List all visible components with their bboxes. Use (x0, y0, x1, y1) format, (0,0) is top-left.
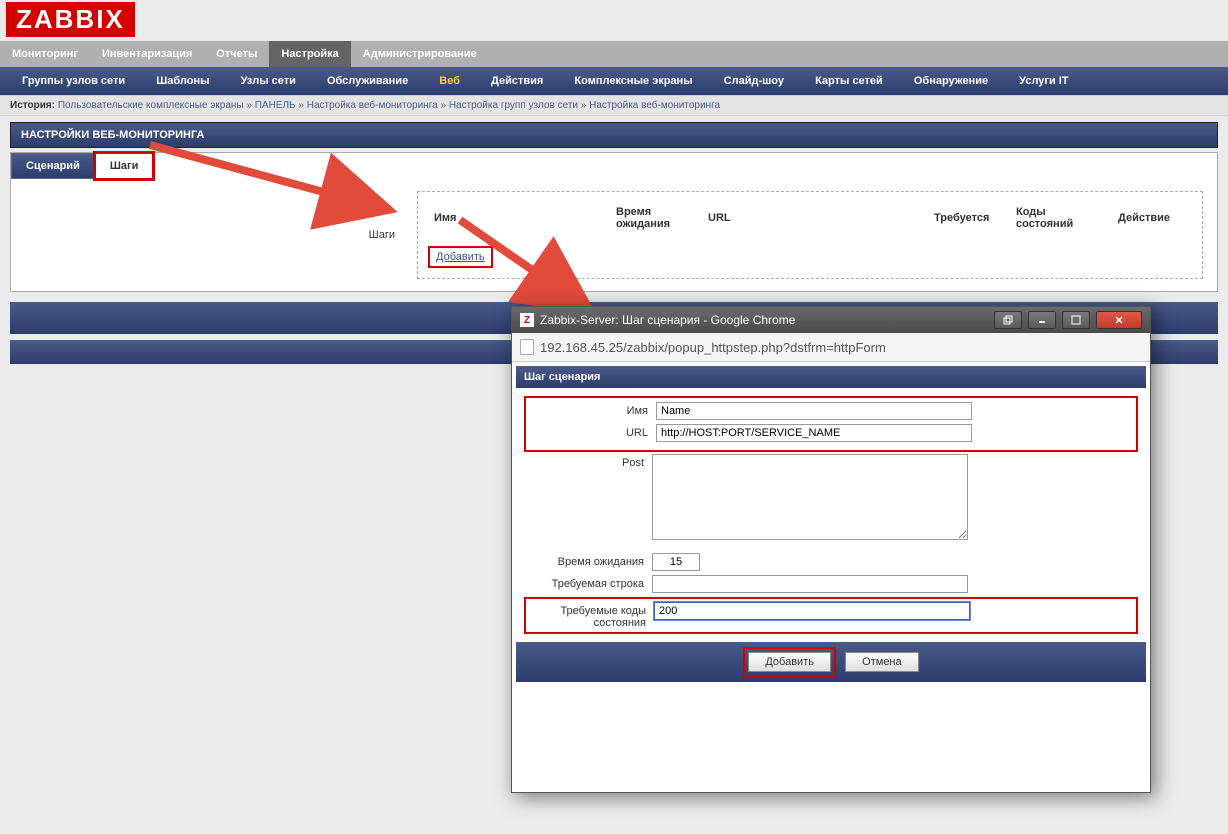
subnav-maintenance[interactable]: Обслуживание (313, 67, 422, 95)
window-title-text: Zabbix-Server: Шаг сценария - Google Chr… (540, 313, 795, 327)
window-close-icon[interactable] (1096, 311, 1142, 329)
subnav-hosts[interactable]: Узлы сети (227, 67, 310, 95)
crumb-3[interactable]: Настройка групп узлов сети (449, 100, 578, 111)
reqstring-label: Требуемая строка (524, 575, 652, 590)
zabbix-favicon: Z (520, 313, 534, 327)
col-action: Действие (1112, 202, 1192, 234)
crumb-4[interactable]: Настройка веб-мониторинга (589, 100, 720, 111)
page-icon (520, 339, 534, 355)
nav-configuration[interactable]: Настройка (269, 41, 350, 67)
subnav-discovery[interactable]: Обнаружение (900, 67, 1002, 95)
breadcrumb-label: История: (10, 100, 55, 111)
nav-reports[interactable]: Отчеты (204, 41, 269, 67)
col-codes: Коды состояний (1010, 202, 1110, 234)
popup-add-button[interactable]: Добавить (748, 652, 831, 672)
window-popout-icon[interactable] (994, 311, 1022, 329)
col-name: Имя (428, 202, 608, 234)
timeout-label: Время ожидания (524, 553, 652, 568)
page-title: НАСТРОЙКИ ВЕБ-МОНИТОРИНГА (10, 122, 1218, 148)
crumb-0[interactable]: Пользовательские комплексные экраны (58, 100, 244, 111)
subnav-templates[interactable]: Шаблоны (142, 67, 223, 95)
col-url: URL (702, 202, 926, 234)
subnav-screens[interactable]: Комплексные экраны (560, 67, 706, 95)
sub-nav: Группы узлов сети Шаблоны Узлы сети Обсл… (0, 67, 1228, 95)
window-maximize-icon[interactable] (1062, 311, 1090, 329)
codes-input[interactable] (654, 602, 970, 620)
tab-scenario[interactable]: Сценарий (11, 153, 95, 179)
col-required: Требуется (928, 202, 1008, 234)
post-label: Post (524, 454, 652, 469)
window-minimize-icon[interactable] (1028, 311, 1056, 329)
name-input[interactable] (656, 402, 972, 420)
tab-steps[interactable]: Шаги (95, 153, 154, 179)
subnav-web[interactable]: Веб (425, 67, 474, 95)
subnav-itservices[interactable]: Услуги IT (1005, 67, 1082, 95)
nav-administration[interactable]: Администрирование (351, 41, 489, 67)
nav-monitoring[interactable]: Мониторинг (0, 41, 90, 67)
subnav-maps[interactable]: Карты сетей (801, 67, 897, 95)
codes-label: Требуемые коды состояния (526, 602, 654, 629)
popup-window: Z Zabbix-Server: Шаг сценария - Google C… (511, 306, 1151, 793)
window-titlebar[interactable]: Z Zabbix-Server: Шаг сценария - Google C… (512, 307, 1150, 333)
timeout-input[interactable] (652, 553, 700, 571)
url-label: URL (528, 424, 656, 439)
popup-button-bar: Добавить Отмена (516, 642, 1146, 682)
name-label: Имя (528, 402, 656, 417)
subnav-actions[interactable]: Действия (477, 67, 557, 95)
reqstring-input[interactable] (652, 575, 968, 593)
steps-label: Шаги (25, 191, 415, 279)
subnav-slideshows[interactable]: Слайд-шоу (710, 67, 798, 95)
top-nav: МониторингИнвентаризацияОтчетыНастройкаА… (0, 41, 1228, 67)
add-step-link[interactable]: Добавить (428, 246, 493, 268)
col-timeout: Время ожидания (610, 202, 700, 234)
logo: ZABBIX (6, 2, 135, 37)
popup-panel-title: Шаг сценария (516, 366, 1146, 388)
url-input[interactable] (656, 424, 972, 442)
crumb-1[interactable]: ПАНЕЛЬ (255, 100, 296, 111)
post-textarea[interactable] (652, 454, 968, 540)
address-bar[interactable]: 192.168.45.25/zabbix/popup_httpstep.php?… (512, 333, 1150, 362)
breadcrumb: История: Пользовательские комплексные эк… (0, 95, 1228, 116)
subnav-hostgroups[interactable]: Группы узлов сети (8, 67, 139, 95)
url-text: 192.168.45.25/zabbix/popup_httpstep.php?… (540, 340, 886, 355)
popup-cancel-button[interactable]: Отмена (845, 652, 918, 672)
nav-inventory[interactable]: Инвентаризация (90, 41, 204, 67)
crumb-2[interactable]: Настройка веб-мониторинга (307, 100, 438, 111)
